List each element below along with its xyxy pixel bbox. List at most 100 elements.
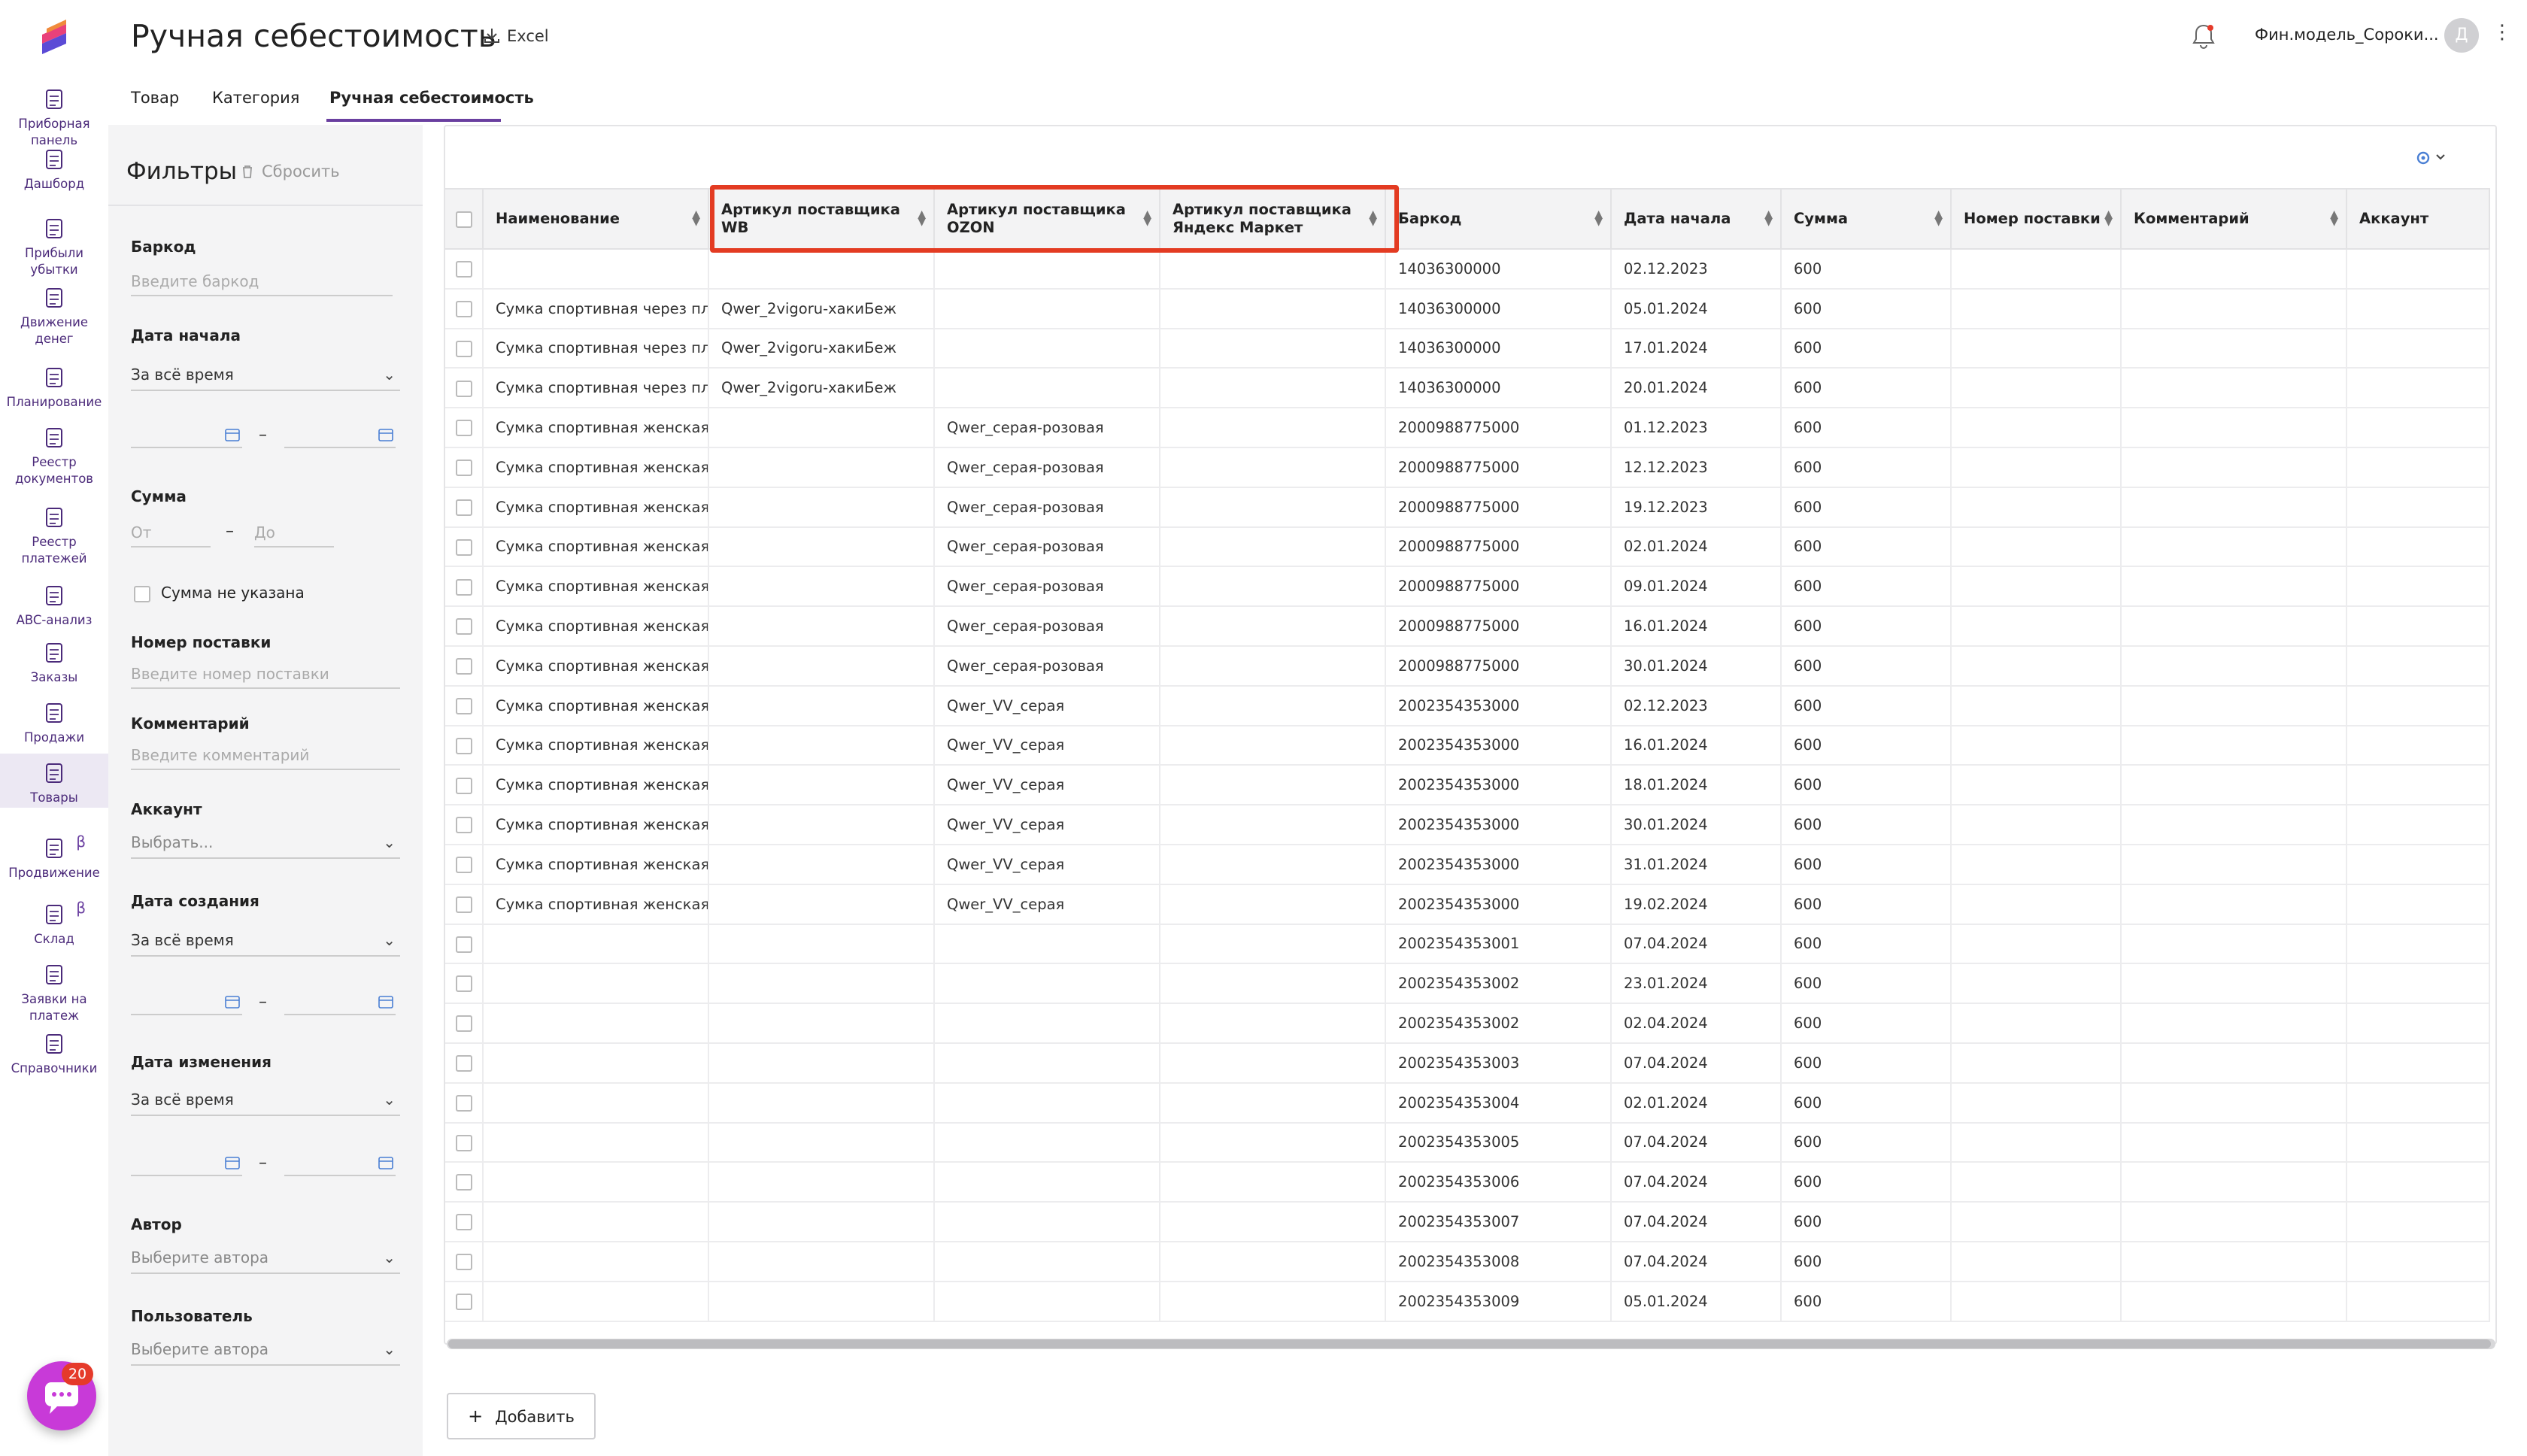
table-row[interactable]: 14036300000 02.12.2023 600 (445, 249, 2490, 290)
nav-item-0[interactable]: Приборная панель (0, 87, 108, 149)
row-checkbox[interactable] (455, 1094, 472, 1112)
row-checkbox[interactable] (455, 1055, 472, 1072)
row-checkbox[interactable] (455, 578, 472, 596)
nav-item-6[interactable]: Реестр платежей (0, 505, 108, 567)
column-header[interactable]: Наименование ▲ ▼ (483, 188, 709, 250)
row-checkbox[interactable] (455, 975, 472, 993)
nav-item-11[interactable]: Продвижение β (0, 833, 108, 881)
table-row[interactable]: 2002354353004 02.01.2024 600 (445, 1082, 2490, 1124)
start-date-select[interactable]: За всё время ⌄ (131, 366, 400, 391)
nav-item-12[interactable]: Склад β (0, 899, 108, 948)
bell-icon[interactable] (2190, 21, 2217, 51)
sort-icon[interactable]: ▲ ▼ (1764, 209, 1773, 227)
table-row[interactable]: 2002354353001 07.04.2024 600 (445, 924, 2490, 965)
nav-item-13[interactable]: Заявки на платеж (0, 963, 108, 1024)
excel-export-button[interactable]: Excel (483, 27, 549, 45)
nav-item-14[interactable]: Справочники (0, 1032, 108, 1077)
row-checkbox[interactable] (455, 1254, 472, 1271)
table-row[interactable]: Сумка спортивная через плеч Qwer_2vigoru-… (445, 368, 2490, 409)
column-header[interactable]: Дата начала ▲ ▼ (1611, 188, 1782, 250)
table-row[interactable]: 2002354353008 07.04.2024 600 (445, 1241, 2490, 1282)
nav-item-2[interactable]: Прибыли убытки (0, 217, 108, 278)
nav-item-1[interactable]: Дашборд (0, 147, 108, 193)
table-row[interactable]: Сумка спортивная женская, С Qwer_серая-ро… (445, 408, 2490, 448)
sum-from-input[interactable]: От (131, 523, 211, 548)
row-checkbox[interactable] (455, 1134, 472, 1151)
row-checkbox[interactable] (455, 1214, 472, 1231)
table-row[interactable]: Сумка спортивная женская,Q Qwer_VV_серая 2… (445, 685, 2490, 726)
column-header[interactable]: Сумма ▲ ▼ (1781, 188, 1952, 250)
comment-input[interactable]: Введите комментарий (131, 746, 400, 770)
user-select[interactable]: Выберите автора ⌄ (131, 1340, 400, 1366)
nav-item-3[interactable]: Движение денег (0, 286, 108, 347)
row-checkbox[interactable] (455, 538, 472, 556)
modified-date-from[interactable] (131, 1154, 242, 1176)
add-button[interactable]: + Добавить (447, 1393, 596, 1439)
row-checkbox[interactable] (455, 658, 472, 675)
select-all-checkbox[interactable] (455, 211, 472, 228)
table-row[interactable]: Сумка спортивная женская,Q Qwer_VV_серая 2… (445, 844, 2490, 885)
app-logo-icon[interactable] (36, 18, 74, 57)
row-checkbox[interactable] (455, 261, 472, 278)
row-checkbox[interactable] (455, 1174, 472, 1191)
table-row[interactable]: Сумка спортивная женская, С Qwer_серая-ро… (445, 487, 2490, 528)
supply-input[interactable]: Введите номер поставки (131, 665, 400, 689)
row-checkbox[interactable] (455, 737, 472, 754)
created-date-select[interactable]: За всё время ⌄ (131, 931, 400, 957)
start-date-from[interactable] (131, 426, 242, 448)
nav-item-9[interactable]: Продажи (0, 701, 108, 746)
row-checkbox[interactable] (455, 300, 472, 317)
column-header[interactable]: Номер поставки ▲ ▼ (1951, 188, 2122, 250)
table-row[interactable]: 2002354353007 07.04.2024 600 (445, 1202, 2490, 1242)
reset-filters-button[interactable]: Сбросить (241, 162, 340, 180)
table-row[interactable]: Сумка спортивная женская,Q Qwer_VV_серая 2… (445, 805, 2490, 845)
column-header[interactable]: Аккаунт (2346, 188, 2490, 250)
row-checkbox[interactable] (455, 618, 472, 635)
created-date-to[interactable] (284, 993, 396, 1015)
table-row[interactable]: Сумка спортивная через плеч Qwer_2vigoru-… (445, 288, 2490, 329)
tab-manual-cost[interactable]: Ручная себестоимость (329, 89, 534, 107)
row-checkbox[interactable] (455, 420, 472, 437)
table-row[interactable]: 2002354353006 07.04.2024 600 (445, 1162, 2490, 1203)
row-checkbox[interactable] (455, 697, 472, 714)
sum-not-set-checkbox[interactable]: Сумма не указана (134, 584, 305, 602)
row-checkbox[interactable] (455, 499, 472, 516)
sort-icon[interactable]: ▲ ▼ (692, 209, 700, 227)
account-select[interactable]: Выбрать... ⌄ (131, 833, 400, 859)
tab-product[interactable]: Товар (131, 89, 179, 107)
nav-item-5[interactable]: Реестр документов (0, 426, 108, 487)
nav-item-10[interactable]: Товары (0, 754, 108, 808)
column-header[interactable]: Комментарий ▲ ▼ (2121, 188, 2347, 250)
table-row[interactable]: Сумка спортивная через плеч Qwer_2vigoru-… (445, 328, 2490, 369)
table-row[interactable]: Сумка спортивная женская, С Qwer_серая-ро… (445, 566, 2490, 608)
table-row[interactable]: Сумка спортивная женская,Q Qwer_VV_серая 2… (445, 765, 2490, 806)
scrollbar-thumb[interactable] (448, 1339, 2491, 1348)
row-checkbox[interactable] (455, 857, 472, 874)
row-checkbox[interactable] (455, 460, 472, 477)
avatar[interactable]: Д (2444, 18, 2479, 53)
start-date-to[interactable] (284, 426, 396, 448)
column-header[interactable]: Баркод ▲ ▼ (1385, 188, 1612, 250)
table-row[interactable]: Сумка спортивная женская, С Qwer_серая-ро… (445, 526, 2490, 568)
modified-date-to[interactable] (284, 1154, 396, 1176)
table-row[interactable]: Сумка спортивная женская, С Qwer_серая-ро… (445, 645, 2490, 687)
row-checkbox[interactable] (455, 936, 472, 953)
table-row[interactable]: Сумка спортивная женская,Q Qwer_VV_серая 2… (445, 884, 2490, 925)
table-row[interactable]: Сумка спортивная женская, С Qwer_серая-ро… (445, 606, 2490, 647)
sum-to-input[interactable]: До (254, 523, 334, 548)
row-checkbox[interactable] (455, 777, 472, 794)
sort-icon[interactable]: ▲ ▼ (1594, 209, 1603, 227)
created-date-from[interactable] (131, 993, 242, 1015)
row-checkbox[interactable] (455, 1015, 472, 1033)
author-select[interactable]: Выберите автора ⌄ (131, 1248, 400, 1274)
modified-date-select[interactable]: За всё время ⌄ (131, 1090, 400, 1116)
table-row[interactable]: 2002354353002 23.01.2024 600 (445, 963, 2490, 1005)
row-checkbox[interactable] (455, 1293, 472, 1310)
row-checkbox[interactable] (455, 340, 472, 357)
row-checkbox[interactable] (455, 896, 472, 913)
row-checkbox[interactable] (455, 817, 472, 834)
tab-category[interactable]: Категория (212, 89, 299, 107)
table-row[interactable]: 2002354353009 05.01.2024 600 (445, 1281, 2490, 1322)
gear-icon[interactable] (2408, 146, 2453, 170)
table-row[interactable]: 2002354353002 02.04.2024 600 (445, 1003, 2490, 1044)
